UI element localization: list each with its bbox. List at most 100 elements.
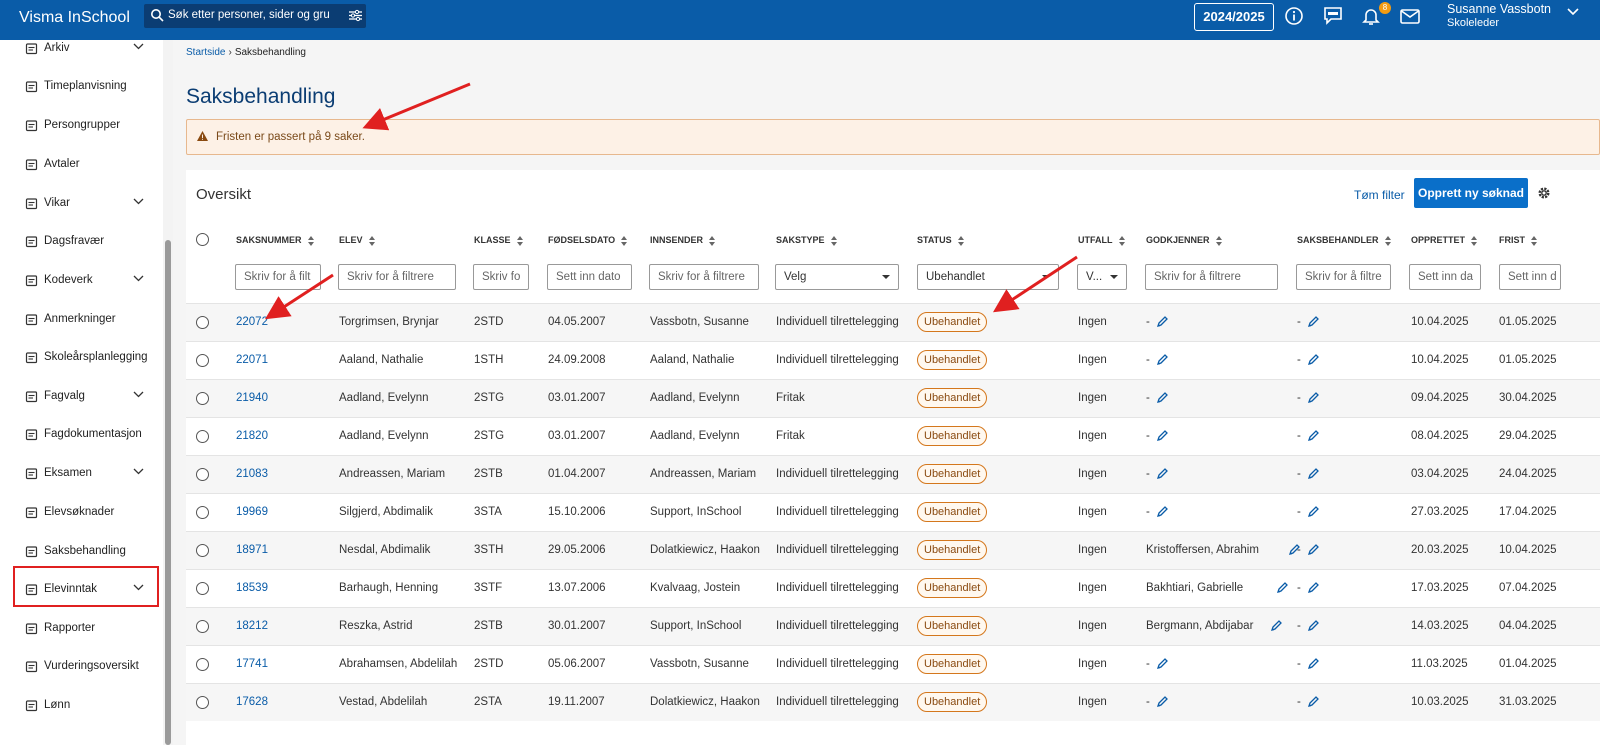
sidebar-item-vurderingsoversikt[interactable]: Vurderingsoversikt — [11, 652, 161, 682]
pencil-edit-icon[interactable] — [1307, 468, 1319, 480]
pencil-edit-icon[interactable] — [1156, 658, 1168, 670]
sort-icon[interactable] — [307, 235, 314, 246]
case-number-link[interactable]: 18212 — [236, 620, 268, 632]
sort-icon[interactable] — [830, 235, 837, 246]
chevron-down-icon[interactable] — [133, 198, 144, 205]
case-number-link[interactable]: 22072 — [236, 316, 268, 328]
brand-logo[interactable]: Visma InSchool — [19, 9, 130, 27]
pencil-edit-icon[interactable] — [1156, 392, 1168, 404]
sort-icon[interactable] — [621, 235, 628, 246]
filter-saksbehandler[interactable]: Skriv for å filtre — [1296, 264, 1391, 290]
search-box[interactable]: Søk etter personer, sider og gru — [144, 4, 366, 28]
filter-elev[interactable]: Skriv for å filtrere — [338, 264, 456, 290]
row-checkbox[interactable] — [196, 506, 209, 519]
dropdown-arrow-icon[interactable] — [1042, 275, 1050, 279]
pencil-edit-icon[interactable] — [1307, 354, 1319, 366]
breadcrumb-home-link[interactable]: Startside — [186, 47, 225, 58]
sidebar-item-avtaler[interactable]: Avtaler — [11, 150, 161, 180]
row-checkbox[interactable] — [196, 316, 209, 329]
sidebar-item-persongrupper[interactable]: Persongrupper — [11, 111, 161, 141]
filter-godkjenner[interactable]: Skriv for å filtrere — [1145, 264, 1278, 290]
sort-icon[interactable] — [709, 235, 716, 246]
case-number-link[interactable]: 22071 — [236, 354, 268, 366]
case-number-link[interactable]: 18539 — [236, 582, 268, 594]
column-header-sakstype[interactable]: Sakstype — [776, 235, 837, 246]
dropdown-arrow-icon[interactable] — [882, 275, 890, 279]
sidebar-item-dagsfravær[interactable]: Dagsfravær — [11, 227, 161, 257]
case-number-link[interactable]: 17628 — [236, 696, 268, 708]
sort-icon[interactable] — [1215, 235, 1222, 246]
chevron-down-icon[interactable] — [133, 43, 144, 50]
row-checkbox[interactable] — [196, 658, 209, 671]
row-checkbox[interactable] — [196, 696, 209, 709]
sort-icon[interactable] — [516, 235, 523, 246]
pencil-edit-icon[interactable] — [1307, 620, 1319, 632]
sort-icon[interactable] — [1471, 235, 1478, 246]
column-header-elev[interactable]: Elev — [339, 235, 375, 246]
sidebar-item-skoleårsplanlegging[interactable]: Skoleårsplanlegging — [11, 343, 161, 373]
column-header-utfall[interactable]: Utfall — [1078, 235, 1125, 246]
column-header-godkjenner[interactable]: Godkjenner — [1146, 235, 1222, 246]
row-checkbox[interactable] — [196, 392, 209, 405]
chevron-down-icon[interactable] — [133, 391, 144, 398]
pencil-edit-icon[interactable] — [1307, 696, 1319, 708]
sidebar-scrollbar-thumb[interactable] — [165, 240, 171, 745]
sidebar-item-fagvalg[interactable]: Fagvalg — [11, 382, 161, 412]
pencil-edit-icon[interactable] — [1156, 696, 1168, 708]
info-icon[interactable] — [1285, 7, 1303, 25]
bell-icon[interactable] — [1362, 7, 1380, 26]
case-number-link[interactable]: 17741 — [236, 658, 268, 670]
chevron-down-icon[interactable] — [133, 275, 144, 282]
pencil-edit-icon[interactable] — [1156, 506, 1168, 518]
column-header-fodselsdato[interactable]: Fødselsdato — [548, 235, 628, 246]
sidebar-item-rapporter[interactable]: Rapporter — [11, 614, 161, 644]
row-checkbox[interactable] — [196, 544, 209, 557]
sidebar-item-arkiv[interactable]: Arkiv — [11, 34, 161, 64]
pencil-edit-icon[interactable] — [1276, 582, 1288, 594]
row-checkbox[interactable] — [196, 430, 209, 443]
column-header-innsender[interactable]: Innsender — [650, 235, 716, 246]
pencil-edit-icon[interactable] — [1156, 430, 1168, 442]
pencil-edit-icon[interactable] — [1156, 316, 1168, 328]
sidebar-item-vikar[interactable]: Vikar — [11, 189, 161, 219]
mail-icon[interactable] — [1400, 9, 1420, 24]
search-input[interactable]: Søk etter personer, sider og gru — [168, 9, 340, 21]
sidebar-item-kodeverk[interactable]: Kodeverk — [11, 266, 161, 296]
dropdown-arrow-icon[interactable] — [1110, 275, 1118, 279]
chevron-down-icon[interactable] — [1567, 8, 1579, 16]
pencil-edit-icon[interactable] — [1307, 430, 1319, 442]
row-checkbox[interactable] — [196, 468, 209, 481]
sms-icon[interactable] — [1323, 7, 1343, 25]
case-number-link[interactable]: 21820 — [236, 430, 268, 442]
filter-klasse[interactable]: Skriv fo — [473, 264, 529, 290]
column-header-saksnummer[interactable]: Saksnummer — [236, 235, 314, 246]
pencil-edit-icon[interactable] — [1307, 582, 1319, 594]
column-header-opprettet[interactable]: Opprettet — [1411, 235, 1478, 246]
sort-icon[interactable] — [1531, 235, 1537, 246]
select-all-checkbox[interactable] — [196, 233, 209, 246]
row-checkbox[interactable] — [196, 582, 209, 595]
case-number-link[interactable]: 21940 — [236, 392, 268, 404]
sort-icon[interactable] — [1118, 235, 1125, 246]
create-application-button[interactable]: Opprett ny søknad — [1414, 178, 1528, 208]
sidebar-item-eksamen[interactable]: Eksamen — [11, 459, 161, 489]
column-header-frist[interactable]: Frist — [1499, 235, 1537, 246]
column-header-klasse[interactable]: Klasse — [474, 235, 523, 246]
pencil-edit-icon[interactable] — [1307, 658, 1319, 670]
filter-frist[interactable]: Sett inn d — [1499, 264, 1561, 290]
sidebar-item-fagdokumentasjon[interactable]: Fagdokumentasjon — [11, 420, 161, 450]
filter-innsender[interactable]: Skriv for å filtrere — [649, 264, 759, 290]
case-number-link[interactable]: 19969 — [236, 506, 268, 518]
pencil-edit-icon[interactable] — [1307, 392, 1319, 404]
pencil-edit-icon[interactable] — [1307, 316, 1319, 328]
filter-utfall[interactable]: V... — [1077, 264, 1127, 290]
sort-icon[interactable] — [1384, 235, 1391, 246]
filter-fodselsdato[interactable]: Sett inn dato — [547, 264, 632, 290]
clear-filter-link[interactable]: Tøm filter — [1354, 188, 1405, 202]
row-checkbox[interactable] — [196, 354, 209, 367]
sidebar-item-elevsøknader[interactable]: Elevsøknader — [11, 498, 161, 528]
filter-opprettet[interactable]: Sett inn da — [1409, 264, 1481, 290]
pencil-edit-icon[interactable] — [1307, 506, 1319, 518]
chevron-down-icon[interactable] — [133, 468, 144, 475]
pencil-edit-icon[interactable] — [1156, 468, 1168, 480]
